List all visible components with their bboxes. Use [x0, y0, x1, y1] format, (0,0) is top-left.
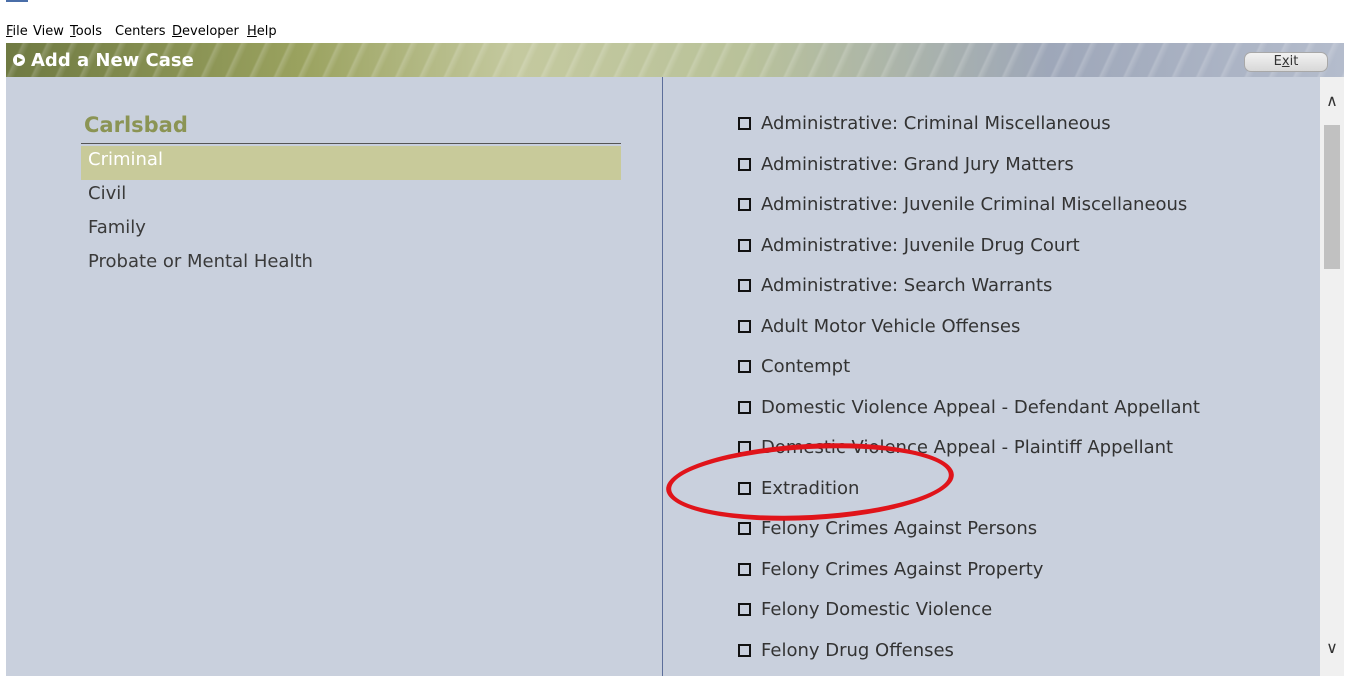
scroll-thumb[interactable] — [1324, 125, 1340, 269]
menu-bar: File View Tools Centers Developer Help — [0, 20, 1352, 42]
play-icon — [13, 54, 25, 66]
case-type-item[interactable]: Felony Crimes Against Persons — [738, 515, 1037, 543]
case-type-label: Administrative: Juvenile Criminal Miscel… — [761, 194, 1188, 215]
menu-developer[interactable]: Developer — [172, 24, 239, 39]
case-type-label: Felony Domestic Violence — [761, 599, 993, 620]
category-pane: Carlsbad Criminal Civil Family Probate or M… — [6, 77, 662, 676]
court-name: Carlsbad — [84, 113, 188, 137]
menu-centers[interactable]: Centers — [115, 24, 166, 39]
checkbox-empty-icon[interactable] — [738, 238, 751, 252]
chevron-down-icon[interactable]: ∨ — [1324, 640, 1340, 656]
page-title: Add a New Case — [31, 50, 194, 71]
case-type-label: Contempt — [761, 356, 851, 377]
title-bar-texture — [6, 43, 1344, 77]
case-type-label: Administrative: Juvenile Drug Court — [761, 234, 1080, 256]
checkbox-empty-icon[interactable] — [738, 400, 751, 414]
panel-title-bar: Add a New Case Exit — [6, 43, 1344, 77]
case-type-item[interactable]: Administrative: Criminal Miscellaneous — [738, 110, 1111, 138]
chevron-up-icon[interactable]: ∧ — [1324, 93, 1340, 109]
case-type-item[interactable]: Extradition — [738, 475, 859, 503]
checkbox-empty-icon[interactable] — [738, 198, 751, 211]
category-item[interactable]: Civil — [81, 180, 621, 214]
case-type-label: Felony Drug Offenses — [761, 639, 954, 661]
checkbox-empty-icon[interactable] — [738, 603, 751, 616]
checkbox-empty-icon[interactable] — [738, 319, 751, 333]
menu-view[interactable]: View — [33, 24, 64, 39]
category-item[interactable]: Criminal — [81, 146, 621, 180]
window-title-strip — [0, 0, 1352, 20]
case-type-item[interactable]: Domestic Violence Appeal - Plaintiff App… — [738, 434, 1173, 462]
case-type-label: Domestic Violence Appeal - Plaintiff App… — [761, 437, 1174, 458]
category-item[interactable]: Probate or Mental Health — [81, 248, 621, 282]
checkbox-empty-icon[interactable] — [738, 481, 751, 495]
menu-file[interactable]: File — [6, 24, 28, 39]
case-type-label: Adult Motor Vehicle Offenses — [761, 315, 1021, 337]
case-type-label: Administrative: Grand Jury Matters — [761, 153, 1074, 175]
case-type-label: Domestic Violence Appeal - Defendant App… — [761, 396, 1200, 418]
case-type-item[interactable]: Felony Drug Offenses — [738, 637, 954, 665]
case-type-pane: Administrative: Criminal Miscellaneous Ad… — [663, 77, 1320, 676]
case-type-item[interactable]: Administrative: Grand Jury Matters — [738, 151, 1074, 179]
case-type-label: Administrative: Search Warrants — [761, 275, 1053, 296]
checkbox-empty-icon[interactable] — [738, 157, 751, 171]
checkbox-empty-icon[interactable] — [738, 562, 751, 576]
checkbox-empty-icon[interactable] — [738, 441, 751, 454]
case-type-item[interactable]: Adult Motor Vehicle Offenses — [738, 313, 1020, 341]
category-item[interactable]: Family — [81, 214, 621, 248]
case-type-item[interactable]: Administrative: Juvenile Criminal Miscel… — [738, 191, 1187, 219]
case-type-item[interactable]: Domestic Violence Appeal - Defendant App… — [738, 394, 1200, 422]
exit-button[interactable]: Exit — [1244, 52, 1328, 72]
menu-tools[interactable]: Tools — [70, 24, 102, 39]
checkbox-empty-icon[interactable] — [738, 360, 751, 373]
app-icon — [6, 0, 28, 2]
checkbox-empty-icon[interactable] — [738, 117, 751, 130]
checkbox-empty-icon[interactable] — [738, 279, 751, 292]
case-type-item[interactable]: Felony Domestic Violence — [738, 596, 992, 624]
court-divider — [81, 143, 621, 144]
case-type-label: Administrative: Criminal Miscellaneous — [761, 113, 1111, 134]
case-type-label: Felony Crimes Against Property — [761, 558, 1044, 580]
case-type-item[interactable]: Administrative: Search Warrants — [738, 272, 1052, 300]
checkbox-empty-icon[interactable] — [738, 522, 751, 535]
case-type-scrollbar[interactable]: ∧ ∨ — [1320, 77, 1344, 676]
menu-help[interactable]: Help — [247, 24, 277, 39]
case-type-item[interactable]: Administrative: Juvenile Drug Court — [738, 232, 1080, 260]
case-type-item[interactable]: Contempt — [738, 353, 850, 381]
case-type-item[interactable]: Felony Crimes Against Property — [738, 556, 1043, 584]
case-type-label: Felony Crimes Against Persons — [761, 518, 1038, 539]
checkbox-empty-icon[interactable] — [738, 643, 751, 657]
case-type-label: Extradition — [761, 477, 860, 499]
